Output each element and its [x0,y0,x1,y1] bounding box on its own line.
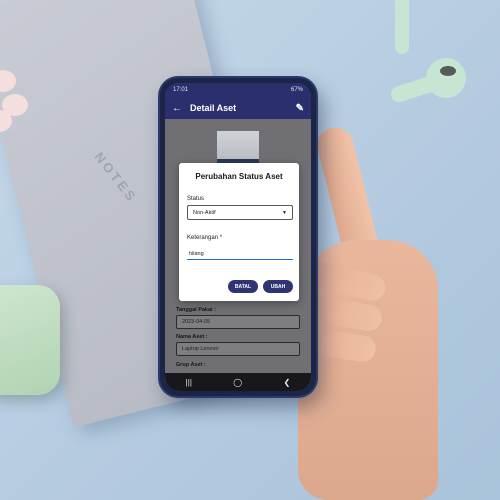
status-battery: 67% [290,87,303,93]
note-input[interactable] [187,248,293,260]
status-select[interactable]: Non-Aktif ▼ [187,205,293,220]
nama-field[interactable]: Laptop Lenovo [176,342,300,356]
tanggal-label: Tanggal Pakai : [176,307,216,313]
earbud [395,0,409,54]
status-bar: 17:01 67% [165,83,311,97]
status-label: Status [187,196,205,202]
status-time: 17:01 [173,87,189,93]
tanggal-field[interactable]: 2023-04-05 [176,315,300,329]
phone: 17:01 67% ← Detail Aset ✎ Tanggal Pakai … [160,78,316,396]
flower-decoration [0,70,40,150]
page-title: Detail Aset [190,103,237,113]
status-change-dialog: Perubahan Status Aset Status Non-Aktif ▼… [179,163,299,301]
note-label: Keterangan * [187,235,223,241]
cancel-button[interactable]: BATAL [228,280,258,293]
android-nav-bar: ||| ◯ ❮ [165,373,311,391]
earbud [388,58,466,105]
phone-screen: 17:01 67% ← Detail Aset ✎ Tanggal Pakai … [165,83,311,391]
status-select-value: Non-Aktif [193,209,216,216]
edit-icon[interactable]: ✎ [296,103,304,114]
save-button[interactable]: UBAH [263,280,293,293]
dialog-title: Perubahan Status Aset [195,172,283,181]
recent-apps-icon[interactable]: ||| [186,378,192,387]
nama-label: Nama Aset : [176,334,208,340]
app-bar: ← Detail Aset ✎ [165,97,311,119]
chevron-down-icon: ▼ [282,209,287,216]
grup-label: Grup Aset : [176,362,206,368]
earbud-case [0,285,60,395]
back-icon[interactable]: ❮ [284,378,291,387]
back-arrow-icon[interactable]: ← [172,103,182,114]
home-icon[interactable]: ◯ [233,378,242,387]
